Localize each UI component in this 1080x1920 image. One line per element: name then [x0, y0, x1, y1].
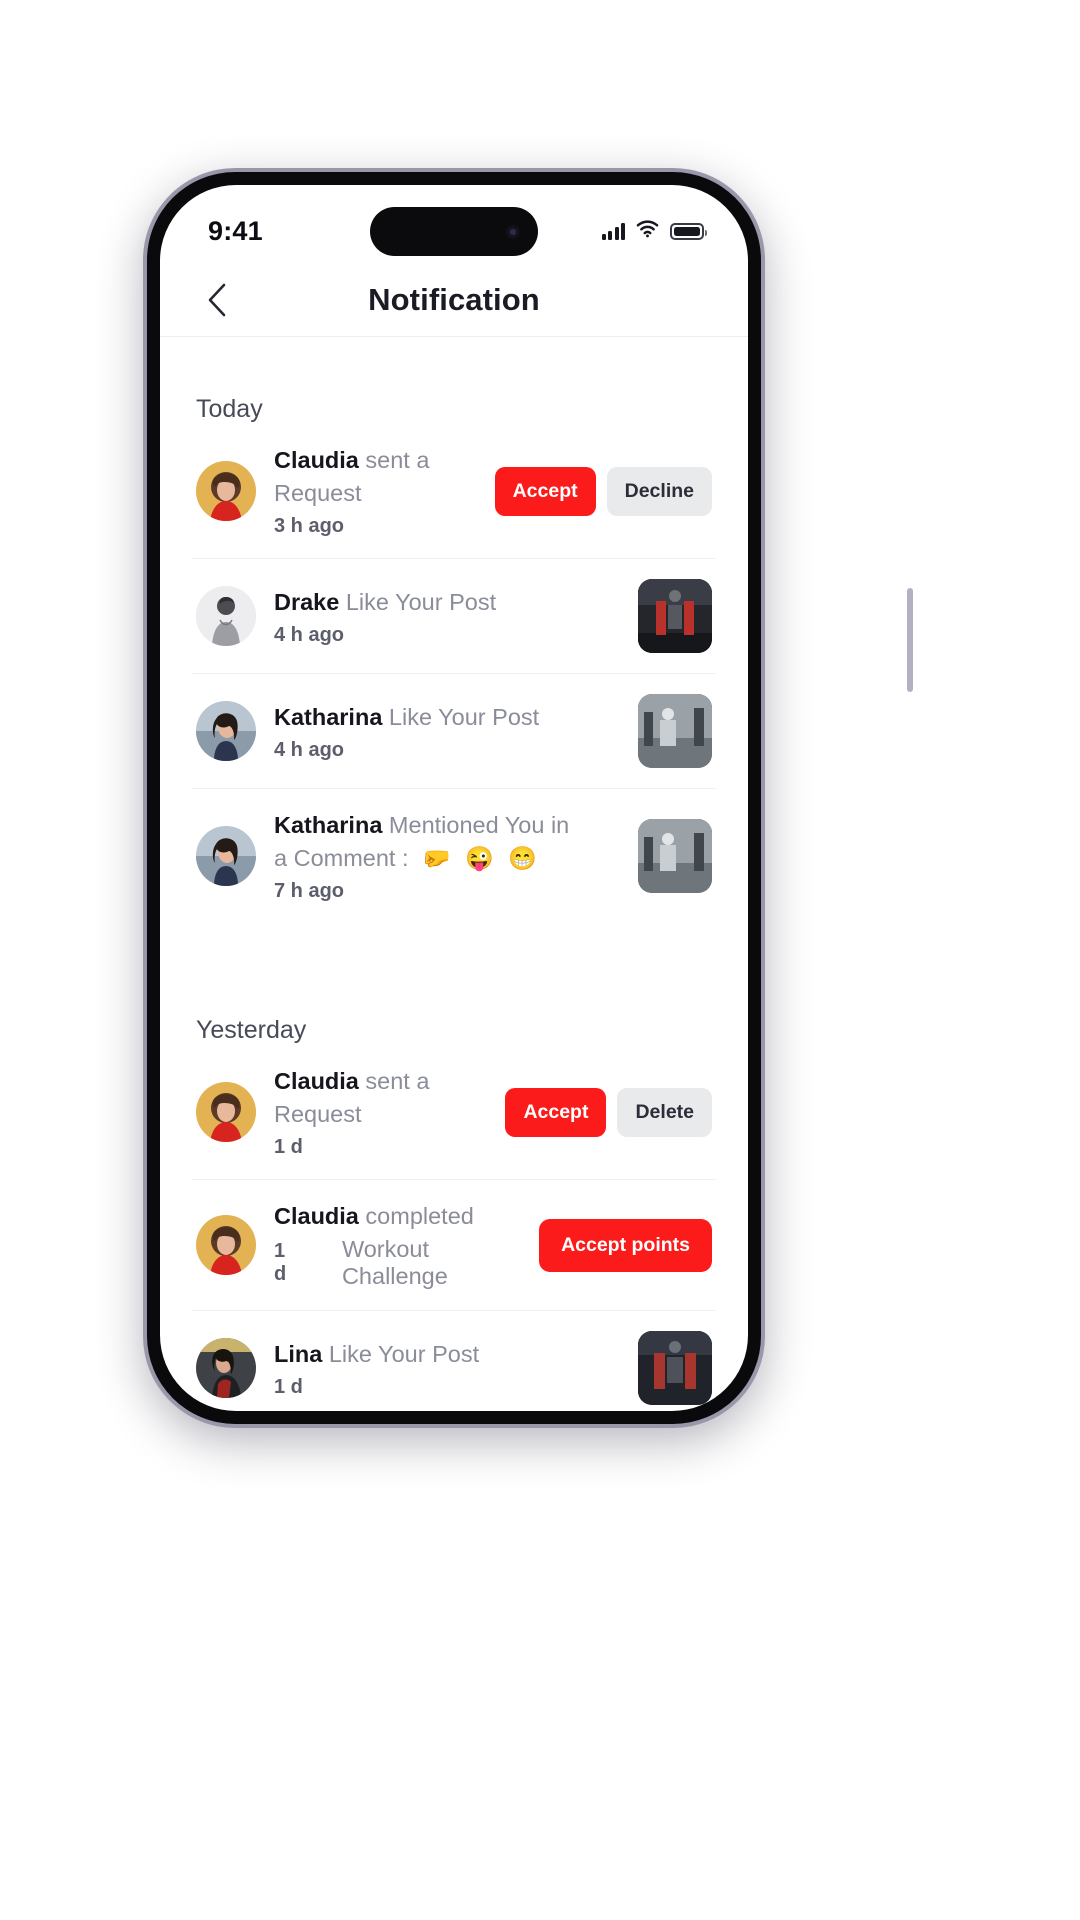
notification-row[interactable]: Claudia sent a Request 1 d Accept Delete	[192, 1045, 716, 1180]
decline-button[interactable]: Decline	[606, 466, 712, 516]
notification-row[interactable]: Katharina Mentioned You in a Comment : 🤛…	[192, 789, 716, 924]
notification-time: 1 d	[274, 1136, 303, 1158]
power-button[interactable]	[907, 588, 913, 692]
notification-row[interactable]: Claudia sent a Request 3 h ago Accept De…	[192, 424, 716, 559]
notification-message: Claudia completed	[274, 1200, 521, 1233]
row-actions: Accept Decline	[494, 466, 712, 516]
notification-message-line2: a Comment : 🤛 😜 😁	[274, 842, 620, 875]
comment-emojis: 🤛 😜 😁	[422, 845, 541, 871]
row-actions: Accept Delete	[505, 1087, 712, 1137]
wifi-icon	[636, 219, 659, 243]
phone-bezel: 9:41 Notification Today Claudia sent a R…	[147, 172, 761, 1424]
gym-post-thumbnail[interactable]	[638, 819, 712, 893]
user-name: Lina	[274, 1340, 323, 1367]
notification-action-line2: a Comment :	[274, 845, 409, 871]
gym-post-thumbnail[interactable]	[638, 1331, 712, 1405]
app-header: Notification	[160, 263, 748, 337]
phone-screen: 9:41 Notification Today Claudia sent a R…	[160, 185, 748, 1411]
row-actions: Accept points	[539, 1218, 712, 1272]
user-name: Katharina	[274, 812, 383, 838]
delete-button[interactable]: Delete	[617, 1087, 712, 1137]
status-time: 9:41	[208, 215, 263, 246]
claudia-avatar	[196, 461, 256, 521]
notification-text: Claudia completed 1 d Workout Challenge	[274, 1200, 521, 1290]
notification-text: Claudia sent a Request 1 d	[274, 1065, 487, 1159]
katharina-avatar	[196, 826, 256, 886]
screenshot-canvas: 9:41 Notification Today Claudia sent a R…	[0, 0, 1080, 1920]
notification-action: Mentioned You in	[388, 812, 570, 838]
notification-message: Katharina Mentioned You in	[274, 809, 620, 842]
user-name: Claudia	[274, 1203, 359, 1229]
signal-bars-icon	[601, 222, 625, 240]
accept-button[interactable]: Accept	[494, 466, 596, 516]
notification-time: 3 h ago	[274, 515, 345, 537]
notification-time: 4 h ago	[274, 738, 345, 761]
notification-row[interactable]: Katharina Like Your Post 4 h ago	[192, 674, 716, 789]
claudia-avatar	[196, 1082, 256, 1142]
user-name: Drake	[274, 588, 340, 615]
notification-time: 7 h ago	[274, 880, 345, 902]
gym-post-thumbnail[interactable]	[638, 694, 712, 768]
page-title: Notification	[368, 281, 540, 317]
notification-action: completed	[365, 1203, 474, 1229]
notification-text: Katharina Like Your Post 4 h ago	[274, 701, 620, 762]
accept-points-button[interactable]: Accept points	[539, 1218, 712, 1272]
notification-time: 1 d	[274, 1240, 287, 1285]
section-title-yesterday: Yesterday	[196, 1016, 307, 1044]
front-camera-icon	[505, 223, 521, 240]
katharina-avatar	[196, 701, 256, 761]
notification-text: Drake Like Your Post 4 h ago	[274, 586, 620, 647]
notification-action: Like Your Post	[388, 703, 540, 730]
notification-time: 1 d	[274, 1375, 303, 1398]
status-bar: 9:41	[160, 185, 748, 263]
user-name: Katharina	[274, 703, 383, 730]
lina-avatar	[196, 1338, 256, 1398]
notification-text: Claudia sent a Request 3 h ago	[274, 444, 477, 538]
notification-message: Lina Like Your Post	[274, 1338, 620, 1371]
notification-row[interactable]: Drake Like Your Post 4 h ago	[192, 559, 716, 674]
user-name: Claudia	[274, 1068, 359, 1094]
gym-post-thumbnail[interactable]	[638, 579, 712, 653]
user-name: Claudia	[274, 447, 359, 473]
chevron-left-icon	[208, 283, 226, 316]
notification-meta-row: 1 d Workout Challenge	[274, 1236, 521, 1290]
accept-button[interactable]: Accept	[505, 1087, 607, 1137]
notification-row[interactable]: Lina Like Your Post 1 d	[192, 1311, 716, 1411]
drake-avatar	[196, 586, 256, 646]
notification-message: Claudia sent a Request	[274, 1065, 487, 1131]
notification-message: Katharina Like Your Post	[274, 701, 620, 734]
notification-text: Katharina Mentioned You in a Comment : 🤛…	[274, 809, 620, 903]
notification-message: Claudia sent a Request	[274, 444, 477, 510]
section-title-today: Today	[196, 395, 263, 423]
battery-full-icon	[670, 222, 707, 240]
notification-list-today: Claudia sent a Request 3 h ago Accept De…	[160, 424, 748, 924]
notification-message: Drake Like Your Post	[274, 586, 620, 619]
notification-list-yesterday: Claudia sent a Request 1 d Accept Delete	[160, 1045, 748, 1411]
section-divider-space	[160, 924, 748, 958]
notification-row[interactable]: Claudia completed 1 d Workout Challenge …	[192, 1180, 716, 1311]
status-icons	[601, 219, 707, 243]
notification-scroll-area[interactable]: Today Claudia sent a Request 3 h ago Acc…	[160, 337, 748, 1411]
notification-action: Like Your Post	[328, 1340, 480, 1367]
notification-text: Lina Like Your Post 1 d	[274, 1338, 620, 1399]
notification-time: 4 h ago	[274, 623, 345, 646]
claudia-avatar	[196, 1215, 256, 1275]
back-button[interactable]	[196, 279, 238, 321]
dynamic-island	[370, 207, 538, 256]
challenge-name: Workout Challenge	[341, 1236, 448, 1289]
phone-device-frame: 9:41 Notification Today Claudia sent a R…	[143, 168, 913, 1428]
notification-action: Like Your Post	[345, 588, 497, 615]
